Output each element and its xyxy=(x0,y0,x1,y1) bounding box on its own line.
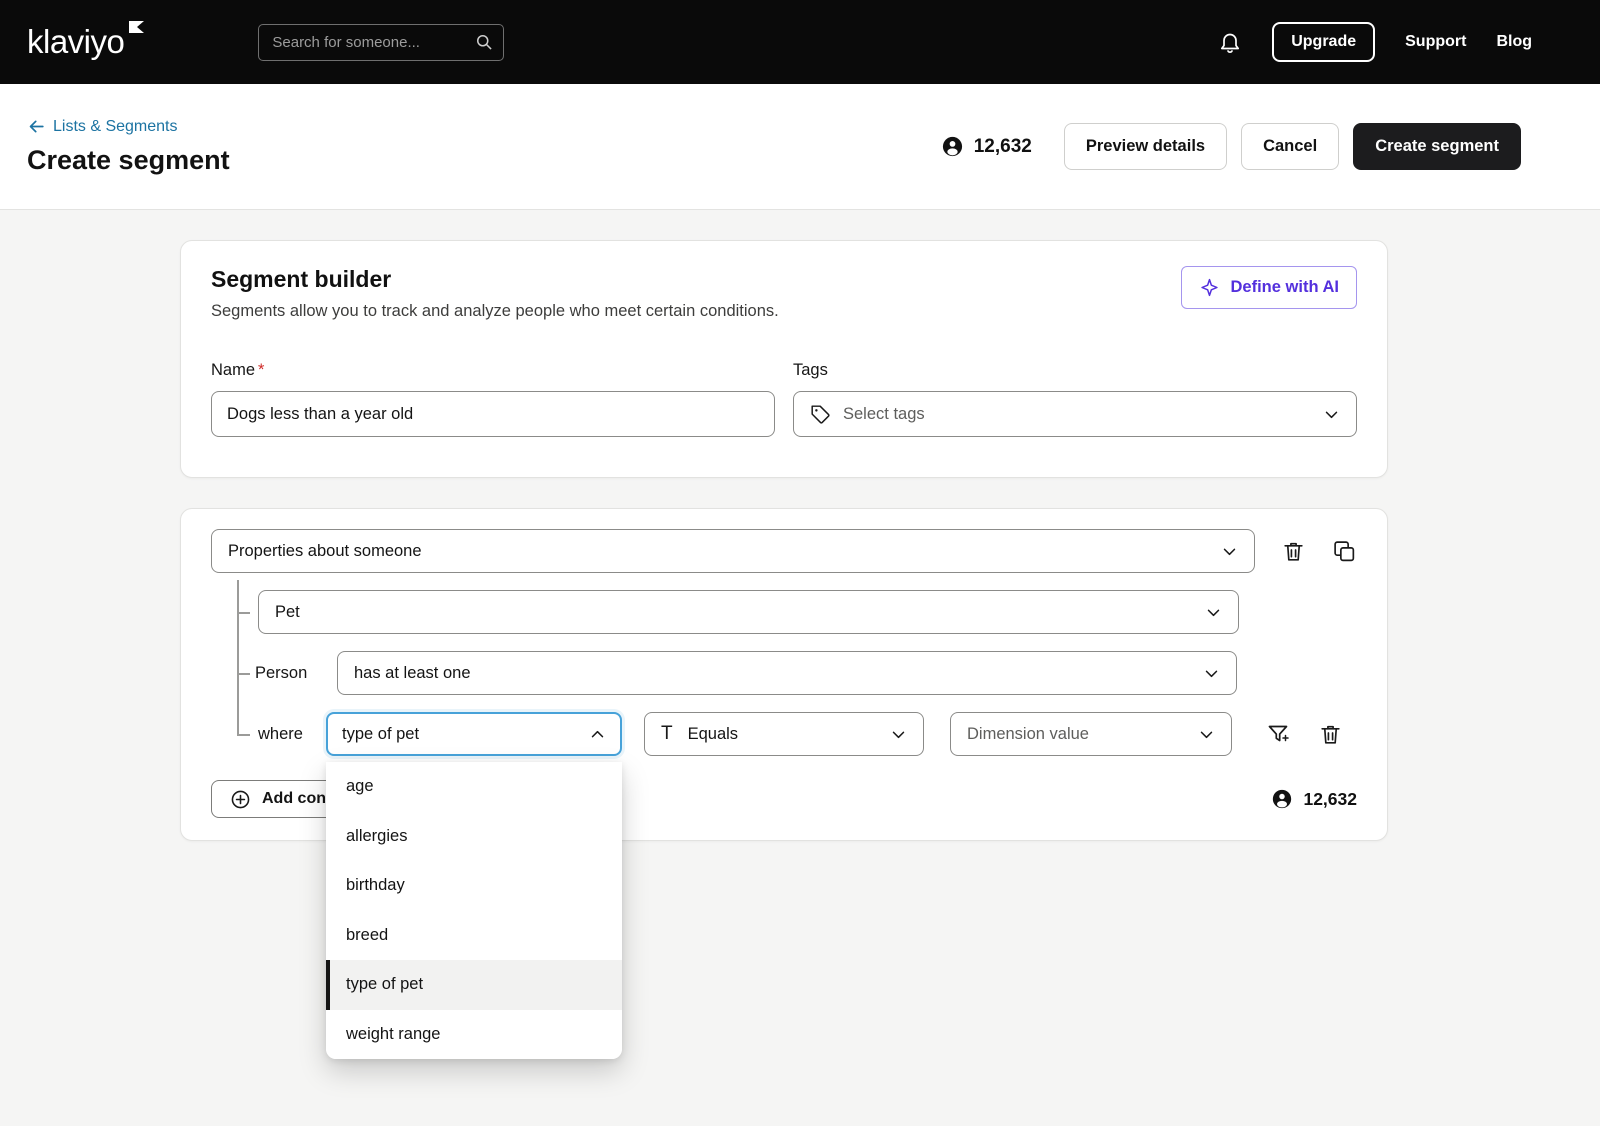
klaviyo-logo[interactable]: klaviyo xyxy=(27,23,146,61)
tree-connector-stub xyxy=(237,673,250,675)
search-icon xyxy=(474,32,494,52)
filter-condition-button[interactable] xyxy=(1266,722,1290,746)
segment-builder-title: Segment builder xyxy=(211,266,779,293)
nav-blog-link[interactable]: Blog xyxy=(1496,33,1532,51)
breadcrumb-lists-segments[interactable]: Lists & Segments xyxy=(27,117,230,136)
create-segment-button[interactable]: Create segment xyxy=(1353,123,1521,170)
tag-icon xyxy=(810,404,831,425)
profiles-icon xyxy=(1271,788,1293,810)
profile-count: 12,632 xyxy=(941,135,1032,158)
sparkle-icon xyxy=(1199,277,1220,298)
plus-circle-icon xyxy=(230,789,251,810)
notifications-bell-icon[interactable] xyxy=(1218,30,1242,54)
dimension-select[interactable]: type of pet xyxy=(326,712,622,756)
search-input[interactable] xyxy=(258,24,504,61)
dropdown-option-type-of-pet[interactable]: type of pet xyxy=(326,960,622,1010)
condition-profile-count: 12,632 xyxy=(1271,788,1357,810)
condition-card: Properties about someone xyxy=(180,508,1388,841)
chevron-down-icon xyxy=(1203,665,1220,682)
text-type-icon: T xyxy=(661,723,673,745)
tree-connector-stub xyxy=(237,734,250,736)
page-title: Create segment xyxy=(27,145,230,176)
profiles-icon xyxy=(941,135,964,158)
klaviyo-wordmark: klaviyo xyxy=(27,23,124,60)
preview-details-button[interactable]: Preview details xyxy=(1064,123,1227,170)
segment-builder-subtitle: Segments allow you to track and analyze … xyxy=(211,302,779,321)
tags-label: Tags xyxy=(793,361,1357,380)
klaviyo-flag-icon xyxy=(129,21,144,33)
dimension-dropdown-menu: age allergies birthday breed type of pet… xyxy=(326,762,622,1059)
quantifier-select-value: has at least one xyxy=(354,664,1203,683)
chevron-down-icon xyxy=(1221,543,1238,560)
dropdown-option-weight-range[interactable]: weight range xyxy=(326,1010,622,1060)
trash-icon xyxy=(1281,539,1306,564)
condition-profile-count-value: 12,632 xyxy=(1303,789,1357,810)
define-with-ai-button[interactable]: Define with AI xyxy=(1181,266,1357,309)
upgrade-button[interactable]: Upgrade xyxy=(1272,22,1375,62)
chevron-down-icon xyxy=(1323,406,1340,423)
page-header: Lists & Segments Create segment 12,632 P… xyxy=(0,84,1600,210)
required-asterisk: * xyxy=(258,361,264,379)
property-select-value: Pet xyxy=(275,603,1205,622)
dropdown-option-allergies[interactable]: allergies xyxy=(326,812,622,862)
delete-condition-button[interactable] xyxy=(1281,539,1306,564)
breadcrumb-label: Lists & Segments xyxy=(53,118,178,136)
dropdown-option-age[interactable]: age xyxy=(326,762,622,812)
dimension-value-placeholder: Dimension value xyxy=(967,725,1198,744)
top-nav: klaviyo Upgrade Support Blog xyxy=(0,0,1600,84)
tags-field: Tags Select tags xyxy=(793,361,1357,437)
tree-connector-line xyxy=(237,580,239,734)
cancel-button[interactable]: Cancel xyxy=(1241,123,1339,170)
operator-select[interactable]: T Equals xyxy=(644,712,924,756)
person-label: Person xyxy=(255,664,319,683)
main-content: Segment builder Segments allow you to tr… xyxy=(0,210,1600,841)
chevron-up-icon xyxy=(589,726,606,743)
condition-type-select[interactable]: Properties about someone xyxy=(211,529,1255,573)
delete-rule-button[interactable] xyxy=(1318,722,1343,747)
filter-funnel-icon xyxy=(1266,722,1290,746)
segment-builder-card: Segment builder Segments allow you to tr… xyxy=(180,240,1388,478)
dropdown-option-breed[interactable]: breed xyxy=(326,911,622,961)
where-label: where xyxy=(258,725,326,744)
name-label: Name* xyxy=(211,361,775,380)
dimension-value-select[interactable]: Dimension value xyxy=(950,712,1232,756)
operator-select-value: Equals xyxy=(688,725,890,744)
name-field: Name* xyxy=(211,361,775,437)
tags-select[interactable]: Select tags xyxy=(793,391,1357,437)
chevron-down-icon xyxy=(1205,604,1222,621)
nav-support-link[interactable]: Support xyxy=(1405,33,1466,51)
search-box xyxy=(258,24,504,61)
quantifier-select[interactable]: has at least one xyxy=(337,651,1237,695)
dimension-select-value: type of pet xyxy=(342,725,589,744)
chevron-down-icon xyxy=(1198,726,1215,743)
tree-connector-stub xyxy=(237,612,250,614)
condition-type-value: Properties about someone xyxy=(228,542,1221,561)
duplicate-condition-button[interactable] xyxy=(1332,539,1357,564)
profile-count-value: 12,632 xyxy=(974,136,1032,158)
tags-select-placeholder: Select tags xyxy=(843,405,1323,424)
segment-name-input[interactable] xyxy=(211,391,775,437)
trash-icon xyxy=(1318,722,1343,747)
back-arrow-icon xyxy=(27,117,46,136)
copy-icon xyxy=(1332,539,1357,564)
define-with-ai-label: Define with AI xyxy=(1231,278,1339,297)
chevron-down-icon xyxy=(890,726,907,743)
property-select[interactable]: Pet xyxy=(258,590,1239,634)
dropdown-option-birthday[interactable]: birthday xyxy=(326,861,622,911)
